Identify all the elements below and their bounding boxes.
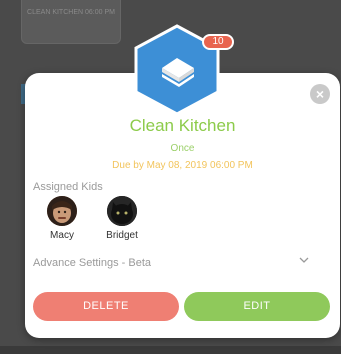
kid-bridget[interactable]: Bridget <box>92 196 152 241</box>
edit-button[interactable]: EDIT <box>184 292 330 321</box>
kid-name: Macy <box>50 230 74 241</box>
kid-name: Bridget <box>106 230 138 241</box>
background-card-text: CLEAN KITCHEN 06:00 PM <box>27 9 115 16</box>
background-task-card: CLEAN KITCHEN 06:00 PM <box>21 0 121 44</box>
task-title: Clean Kitchen <box>129 116 236 135</box>
delete-button[interactable]: DELETE <box>33 292 179 321</box>
avatar <box>107 196 137 226</box>
close-icon: × <box>315 86 325 102</box>
background-bottom-bar <box>0 346 341 354</box>
advance-settings-toggle[interactable]: Advance Settings - Beta <box>33 257 151 269</box>
chevron-down-icon[interactable] <box>299 255 309 267</box>
close-button[interactable]: × <box>310 84 330 104</box>
task-due-date: Due by May 08, 2019 06:00 PM <box>112 160 253 171</box>
count-badge: 10 <box>202 34 234 50</box>
task-frequency: Once <box>170 143 195 154</box>
assigned-kids-label: Assigned Kids <box>33 181 103 193</box>
kid-macy[interactable]: Macy <box>32 196 92 241</box>
avatar <box>47 196 77 226</box>
